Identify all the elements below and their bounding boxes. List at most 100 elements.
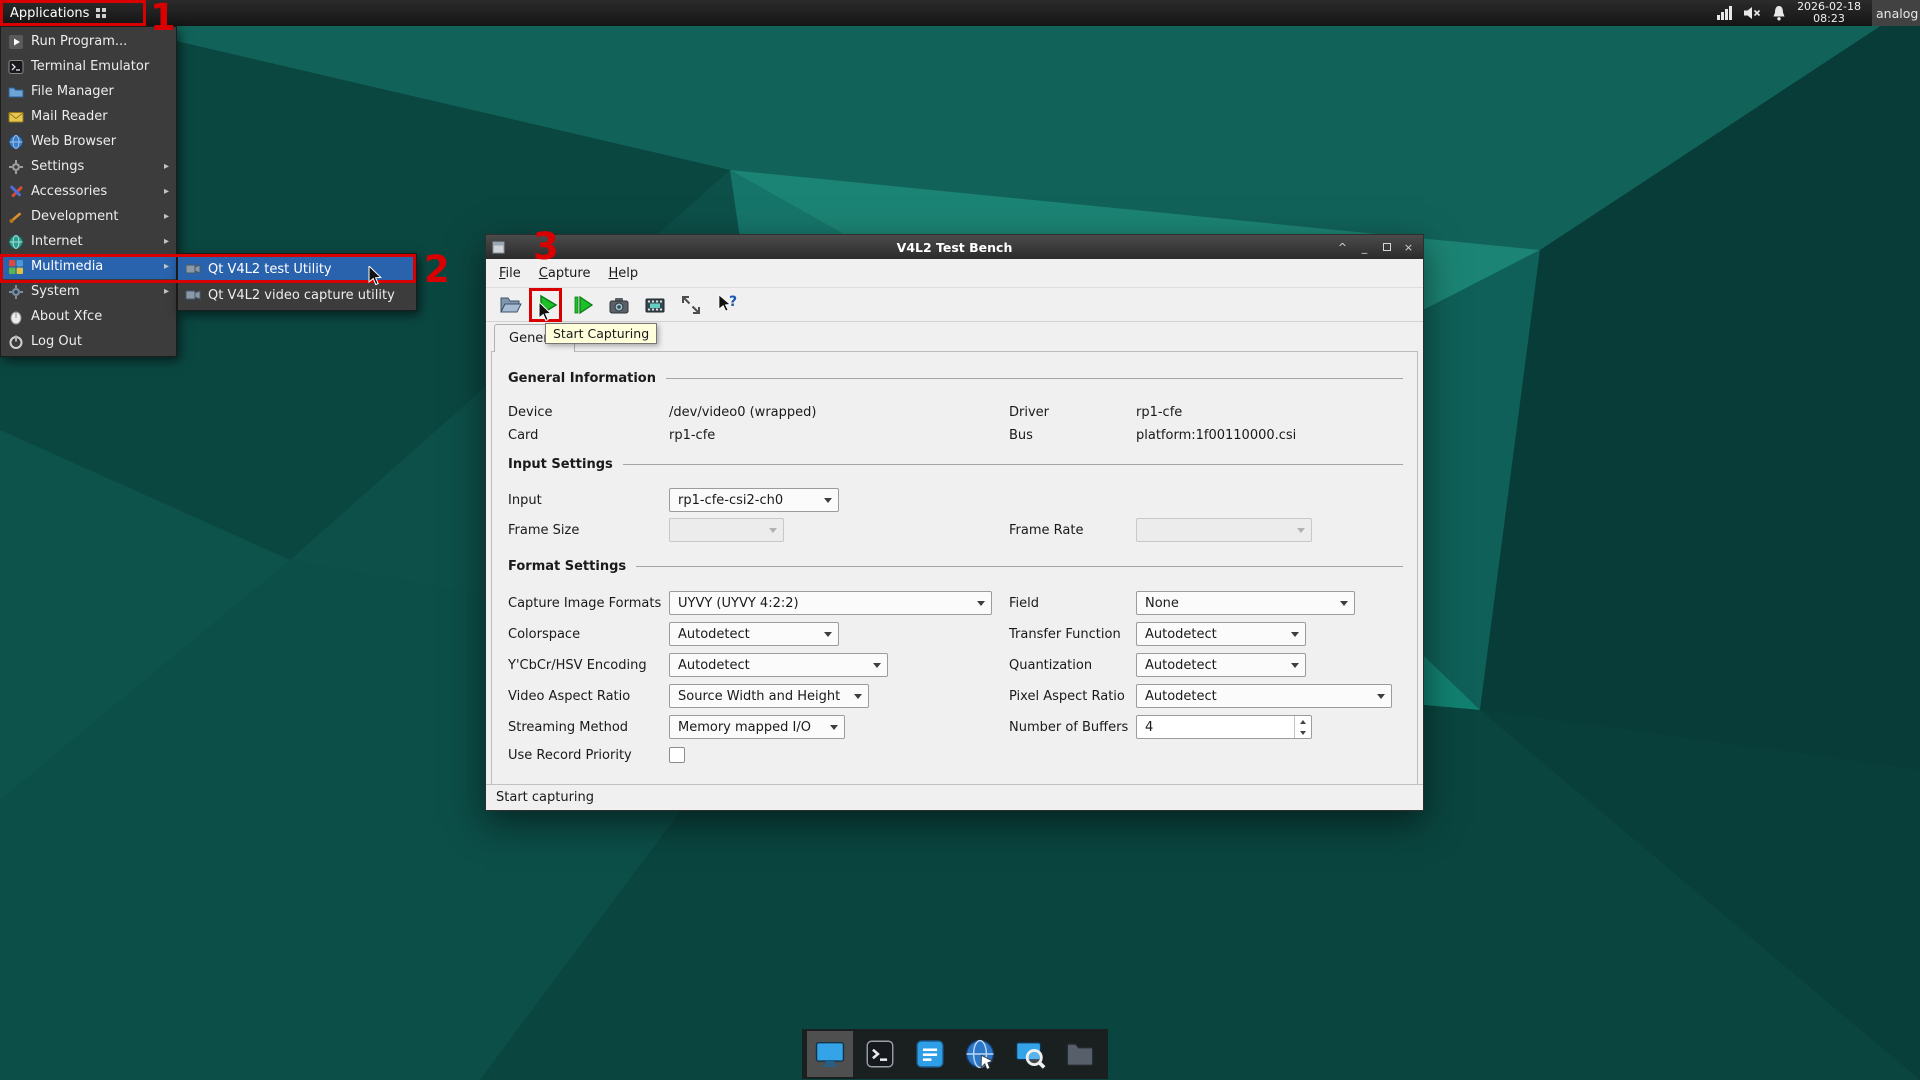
panel-corner-item: analog <box>1872 0 1920 26</box>
submenu-item-label: Qt V4L2 test Utility <box>208 262 332 277</box>
colorspace-label: Colorspace <box>508 622 580 646</box>
window-title: V4L2 Test Bench <box>486 240 1423 255</box>
dock <box>802 1029 1108 1079</box>
menu-item-about-xfce[interactable]: About Xfce <box>1 304 176 329</box>
fullscreen-button[interactable] <box>677 291 705 319</box>
dropdown-arrow-icon <box>1291 632 1299 637</box>
submenu-item-qt-v4l2-video-capture-utility[interactable]: Qt V4L2 video capture utility <box>178 282 416 308</box>
ycbcr-select[interactable]: Autodetect <box>669 653 888 677</box>
submenu-arrow-icon: ▸ <box>164 286 169 297</box>
streaming-method-select-value: Memory mapped I/O <box>678 720 811 735</box>
open-file-button[interactable] <box>497 291 525 319</box>
menu-item-run-program[interactable]: Run Program... <box>1 29 176 54</box>
menu-item-label: Log Out <box>31 334 82 349</box>
close-button[interactable]: × <box>1400 239 1417 256</box>
menu-item-development[interactable]: Development ▸ <box>1 204 176 229</box>
menu-item-system[interactable]: System ▸ <box>1 279 176 304</box>
clock-time: 08:23 <box>1797 13 1861 25</box>
menu-item-internet[interactable]: Internet ▸ <box>1 229 176 254</box>
dock-item-text-editor[interactable] <box>907 1031 953 1077</box>
bus-label: Bus <box>1009 423 1033 447</box>
menu-item-web-browser[interactable]: Web Browser <box>1 129 176 154</box>
web-browser-icon <box>8 134 24 150</box>
menu-file[interactable]: File <box>490 262 530 285</box>
dock-item-file-manager[interactable] <box>1057 1031 1103 1077</box>
record-priority-checkbox[interactable] <box>669 747 685 763</box>
text-editor-icon <box>913 1037 947 1071</box>
capture-format-label: Capture Image Formats <box>508 591 661 615</box>
bus-value: platform:1f00110000.csi <box>1136 423 1296 447</box>
start-streaming-icon <box>571 293 595 317</box>
section-format-settings: Format Settings <box>508 555 1403 577</box>
menu-item-multimedia[interactable]: Multimedia ▸ <box>1 254 176 279</box>
video-aspect-select[interactable]: Source Width and Height <box>669 684 869 708</box>
frame-size-label: Frame Size <box>508 518 579 542</box>
dock-item-terminal[interactable] <box>857 1031 903 1077</box>
submenu-item-qt-v4l2-test-utility[interactable]: Qt V4L2 test Utility <box>178 256 416 282</box>
spin-up-icon[interactable] <box>1295 716 1311 727</box>
start-capturing-button[interactable] <box>533 291 561 319</box>
dock-item-web-browser[interactable] <box>957 1031 1003 1077</box>
input-label: Input <box>508 488 542 512</box>
dropdown-arrow-icon <box>1291 663 1299 668</box>
buffers-label: Number of Buffers <box>1009 715 1128 739</box>
network-signal-icon[interactable] <box>1717 6 1733 20</box>
quantization-label: Quantization <box>1009 653 1092 677</box>
maximize-button[interactable] <box>1378 239 1395 256</box>
minimize-button[interactable]: _ <box>1356 239 1373 256</box>
whats-this-icon: ? <box>715 293 739 317</box>
fullscreen-icon <box>679 293 703 317</box>
applications-label: Applications <box>10 6 89 21</box>
menu-item-mail-reader[interactable]: Mail Reader <box>1 104 176 129</box>
qv4l2-app-icon <box>185 261 201 277</box>
menu-item-log-out[interactable]: Log Out <box>1 329 176 354</box>
buffers-value: 4 <box>1145 720 1153 735</box>
quantization-select[interactable]: Autodetect <box>1136 653 1306 677</box>
volume-muted-icon[interactable] <box>1744 6 1761 20</box>
frame-rate-select <box>1136 518 1312 542</box>
spin-down-icon[interactable] <box>1295 727 1311 738</box>
spinbox-arrows[interactable] <box>1294 716 1311 738</box>
section-rule <box>623 464 1403 465</box>
snapshot-button[interactable] <box>605 291 633 319</box>
record-icon <box>643 293 667 317</box>
whats-this-button[interactable]: ? <box>713 291 741 319</box>
field-select[interactable]: None <box>1136 591 1355 615</box>
applications-button[interactable]: Applications <box>0 0 116 26</box>
input-select[interactable]: rp1-cfe-csi2-ch0 <box>669 488 839 512</box>
dock-item-app-finder[interactable] <box>1007 1031 1053 1077</box>
submenu-arrow-icon: ▸ <box>164 261 169 272</box>
field-select-value: None <box>1145 596 1179 611</box>
dropdown-arrow-icon <box>1340 601 1348 606</box>
colorspace-select[interactable]: Autodetect <box>669 622 839 646</box>
pixel-aspect-select-value: Autodetect <box>1145 689 1217 704</box>
menu-help[interactable]: Help <box>599 262 647 285</box>
menu-item-terminal-emulator[interactable]: Terminal Emulator <box>1 54 176 79</box>
web-browser-globe-icon <box>963 1037 997 1071</box>
dock-item-desktop[interactable] <box>807 1031 853 1077</box>
capture-format-select[interactable]: UYVY (UYVY 4:2:2) <box>669 591 992 615</box>
dropdown-arrow-icon <box>830 725 838 730</box>
panel-clock[interactable]: 2026-02-18 08:23 <box>1797 1 1861 25</box>
notifications-bell-icon[interactable] <box>1772 6 1786 21</box>
titlebar[interactable]: V4L2 Test Bench ^ _ × <box>486 235 1423 259</box>
dropdown-arrow-icon <box>873 663 881 668</box>
menu-item-settings[interactable]: Settings ▸ <box>1 154 176 179</box>
pixel-aspect-select[interactable]: Autodetect <box>1136 684 1392 708</box>
streaming-method-select[interactable]: Memory mapped I/O <box>669 715 845 739</box>
start-capturing-tooltip: Start Capturing <box>545 323 657 344</box>
section-general-information: General Information <box>508 367 1403 389</box>
record-button[interactable] <box>641 291 669 319</box>
menu-item-file-manager[interactable]: File Manager <box>1 79 176 104</box>
menu-item-accessories[interactable]: Accessories ▸ <box>1 179 176 204</box>
driver-label: Driver <box>1009 400 1049 424</box>
buffers-spinbox[interactable]: 4 <box>1136 715 1312 739</box>
submenu-item-label: Qt V4L2 video capture utility <box>208 288 395 303</box>
menu-item-label: System <box>31 284 79 299</box>
submenu-arrow-icon: ▸ <box>164 186 169 197</box>
transfer-function-select[interactable]: Autodetect <box>1136 622 1306 646</box>
menu-capture[interactable]: Capture <box>530 262 600 285</box>
pixel-aspect-label: Pixel Aspect Ratio <box>1009 684 1125 708</box>
shade-button[interactable]: ^ <box>1334 239 1351 256</box>
start-streaming-button[interactable] <box>569 291 597 319</box>
